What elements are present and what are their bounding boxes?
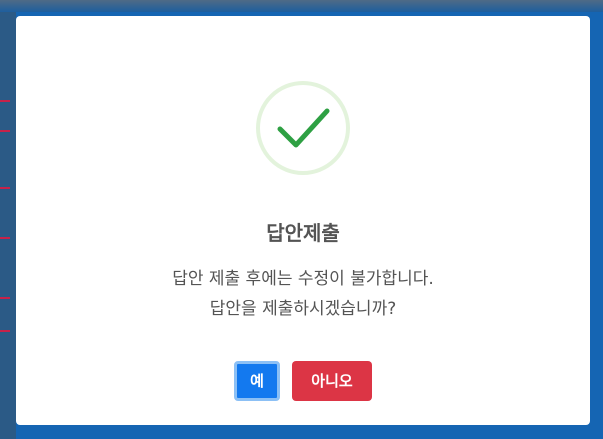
backdrop-top-bar — [0, 0, 603, 12]
dialog-message-line: 답안을 제출하시겠습니까? — [209, 299, 397, 319]
checkmark-success-icon — [256, 81, 350, 175]
dialog-actions: 예 아니오 — [16, 361, 590, 401]
submit-confirm-dialog: 답안제출 답안 제출 후에는 수정이 불가합니다. 답안을 제출하시겠습니까? … — [16, 16, 590, 425]
strip-mark — [0, 297, 10, 299]
cancel-button[interactable]: 아니오 — [292, 361, 372, 401]
strip-mark — [0, 330, 10, 332]
strip-mark — [0, 187, 10, 189]
dialog-title: 답안제출 — [266, 221, 340, 245]
strip-mark — [0, 130, 10, 132]
confirm-button[interactable]: 예 — [234, 361, 280, 401]
dialog-message-line: 답안 제출 후에는 수정이 불가합니다. — [172, 269, 434, 289]
backdrop-left-strip — [0, 12, 16, 439]
strip-mark — [0, 237, 10, 239]
strip-mark — [0, 100, 10, 102]
dialog-message: 답안 제출 후에는 수정이 불가합니다. 답안을 제출하시겠습니까? — [16, 264, 590, 324]
